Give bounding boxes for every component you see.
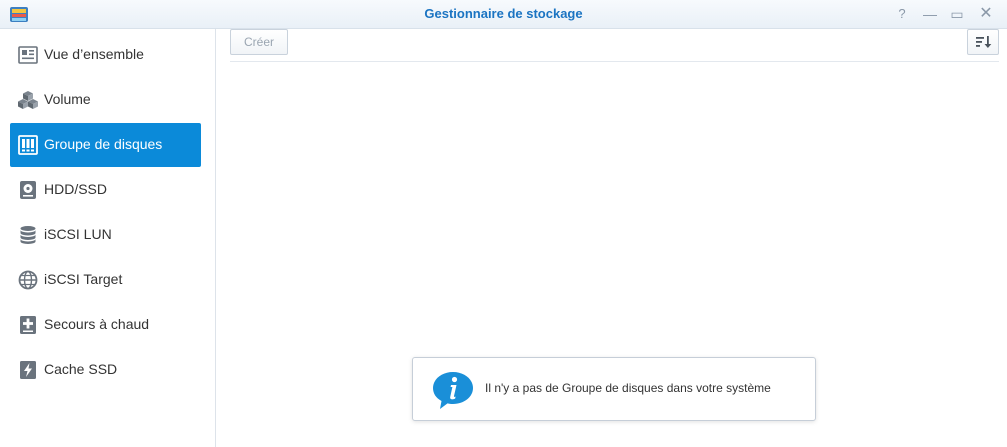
- ssd-cache-icon: [20, 361, 36, 379]
- volume-cubes-icon: [18, 91, 38, 109]
- globe-icon: [18, 270, 38, 290]
- hot-spare-icon: [20, 316, 36, 334]
- empty-state-text: Il n'y a pas de Groupe de disques dans v…: [485, 381, 771, 395]
- sidebar-item-volume[interactable]: Volume: [10, 78, 201, 122]
- sidebar-item-disk-group[interactable]: Groupe de disques: [10, 123, 201, 167]
- sidebar-item-hot-spare[interactable]: Secours à chaud: [10, 303, 201, 347]
- sidebar-item-label: HDD/SSD: [44, 181, 108, 197]
- sidebar-item-label: iSCSI LUN: [44, 226, 112, 242]
- disk-group-icon: [18, 135, 38, 155]
- create-button[interactable]: Créer: [230, 29, 288, 55]
- info-icon: [433, 372, 473, 409]
- hdd-icon: [20, 181, 36, 199]
- sidebar-item-label: Secours à chaud: [44, 316, 150, 332]
- database-icon: [20, 226, 36, 244]
- sort-icon: [976, 36, 992, 48]
- empty-state-message: Il n'y a pas de Groupe de disques dans v…: [412, 357, 816, 421]
- window-title: Gestionnaire de stockage: [424, 6, 583, 21]
- minimize-button[interactable]: —: [920, 4, 940, 24]
- sidebar-item-iscsi-target[interactable]: iSCSI Target: [10, 258, 201, 302]
- sidebar-item-ssd-cache[interactable]: Cache SSD: [10, 348, 201, 392]
- close-button[interactable]: ✕: [976, 4, 996, 24]
- maximize-button[interactable]: ▭: [947, 4, 967, 24]
- help-button[interactable]: ?: [892, 4, 912, 24]
- sort-button[interactable]: [967, 29, 999, 55]
- overview-icon: [18, 46, 38, 64]
- toolbar: Créer: [230, 29, 999, 62]
- sidebar-item-label: Cache SSD: [44, 361, 118, 377]
- sidebar-item-iscsi-lun[interactable]: iSCSI LUN: [10, 213, 201, 257]
- title-bar: Gestionnaire de stockage ? — ▭ ✕: [0, 0, 1007, 29]
- sidebar-item-label: Volume: [44, 91, 91, 107]
- sidebar-item-label: iSCSI Target: [44, 271, 123, 287]
- sidebar-item-overview[interactable]: Vue d’ensemble: [10, 33, 201, 77]
- storage-manager-window: Gestionnaire de stockage ? — ▭ ✕ Vue d’e…: [0, 0, 1007, 447]
- sidebar-item-label: Groupe de disques: [44, 136, 163, 152]
- sidebar: Vue d’ensemble Volume Groupe de disques …: [0, 29, 216, 447]
- sidebar-item-label: Vue d’ensemble: [44, 46, 144, 62]
- sidebar-item-hdd-ssd[interactable]: HDD/SSD: [10, 168, 201, 212]
